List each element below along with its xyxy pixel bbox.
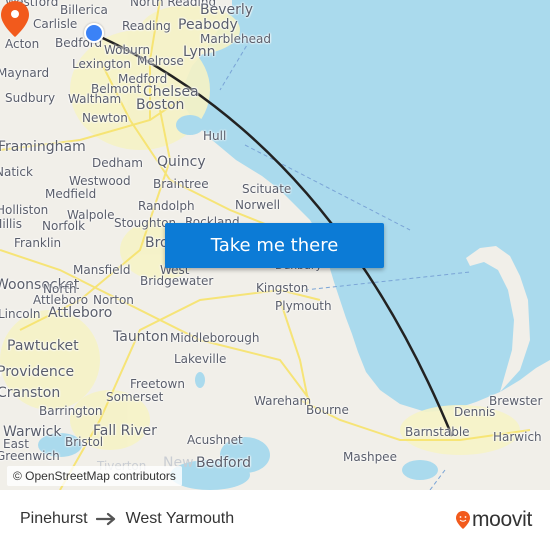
place-label: Pawtucket (7, 338, 79, 354)
moovit-logo[interactable]: moovit (455, 508, 532, 532)
place-label: Barnstable (405, 425, 470, 439)
place-label: Medfield (45, 187, 97, 201)
place-label: Braintree (153, 177, 209, 191)
place-label: Acton (5, 37, 40, 51)
place-label: Plymouth (275, 299, 332, 313)
moovit-wordmark: moovit (471, 508, 532, 531)
map-view[interactable]: Westford Billerica North Reading Reading Bev… (0, 0, 550, 490)
place-label: Dennis (454, 405, 496, 419)
place-label: Acushnet (187, 433, 243, 447)
route-summary: Pinehurst West Yarmouth (20, 510, 234, 528)
place-label: Sudbury (5, 91, 56, 105)
origin-marker[interactable] (84, 23, 104, 43)
place-label: Quincy (157, 154, 206, 170)
footer-bar: Pinehurst West Yarmouth moovit (0, 490, 550, 550)
place-label: Bourne (306, 403, 349, 417)
place-label: Greenwich (0, 449, 60, 463)
place-label: Millis (0, 217, 22, 231)
place-label: Cranston (0, 385, 61, 401)
place-label: Westwood (69, 174, 131, 188)
take-me-there-button[interactable]: Take me there (165, 223, 384, 268)
place-label: Providence (0, 364, 75, 380)
origin-label: Pinehurst (20, 510, 88, 527)
place-label: Bristol (65, 435, 104, 449)
place-label: Harwich (493, 430, 542, 444)
destination-label: West Yarmouth (125, 510, 235, 527)
place-label: Maynard (0, 66, 50, 80)
place-label: Wareham (254, 394, 312, 408)
place-label: Waltham (68, 92, 122, 106)
place-label: Boston (136, 97, 185, 113)
place-label: Taunton (113, 329, 169, 345)
place-label: Carlisle (33, 17, 78, 31)
place-label: Lakeville (174, 352, 227, 366)
place-label: Mashpee (343, 450, 397, 464)
place-label: Kingston (256, 281, 309, 295)
place-label: Reading (122, 19, 171, 33)
place-label: Bedford (196, 455, 251, 471)
place-label: Norwell (235, 198, 281, 212)
place-label: Natick (0, 165, 33, 179)
place-label: Lexington (72, 57, 131, 71)
place-label: Dedham (92, 156, 143, 170)
place-label: Brewster (489, 394, 543, 408)
place-label: Hull (203, 129, 227, 143)
place-label: Bridgewater (140, 274, 214, 288)
place-label: Beverly (200, 2, 254, 18)
place-label: Framingham (0, 139, 86, 155)
place-label: Randolph (138, 199, 195, 213)
place-label: Holliston (0, 203, 49, 217)
place-label: Franklin (14, 236, 62, 250)
place-label: Attleboro (48, 305, 113, 321)
place-label: Newton (82, 111, 128, 125)
place-label: Barrington (39, 404, 103, 418)
place-label: Freetown (130, 377, 185, 391)
moovit-pin-icon (455, 511, 470, 529)
land-cape-cod (466, 246, 530, 392)
place-label: Mansfield (73, 263, 131, 277)
place-label: Peabody (178, 17, 238, 33)
place-label: Melrose (137, 54, 184, 68)
place-label: Middleborough (170, 331, 260, 345)
place-label: Lincoln (0, 307, 41, 321)
place-label: Lynn (183, 44, 216, 60)
place-label: Norfolk (42, 219, 86, 233)
place-label: Billerica (60, 3, 108, 17)
place-label: Scituate (242, 182, 292, 196)
destination-pin-icon[interactable] (0, 0, 30, 38)
map-attribution[interactable]: © OpenStreetMap contributors (7, 466, 182, 486)
place-label: Somerset (106, 390, 164, 404)
arrow-right-icon (95, 512, 115, 526)
